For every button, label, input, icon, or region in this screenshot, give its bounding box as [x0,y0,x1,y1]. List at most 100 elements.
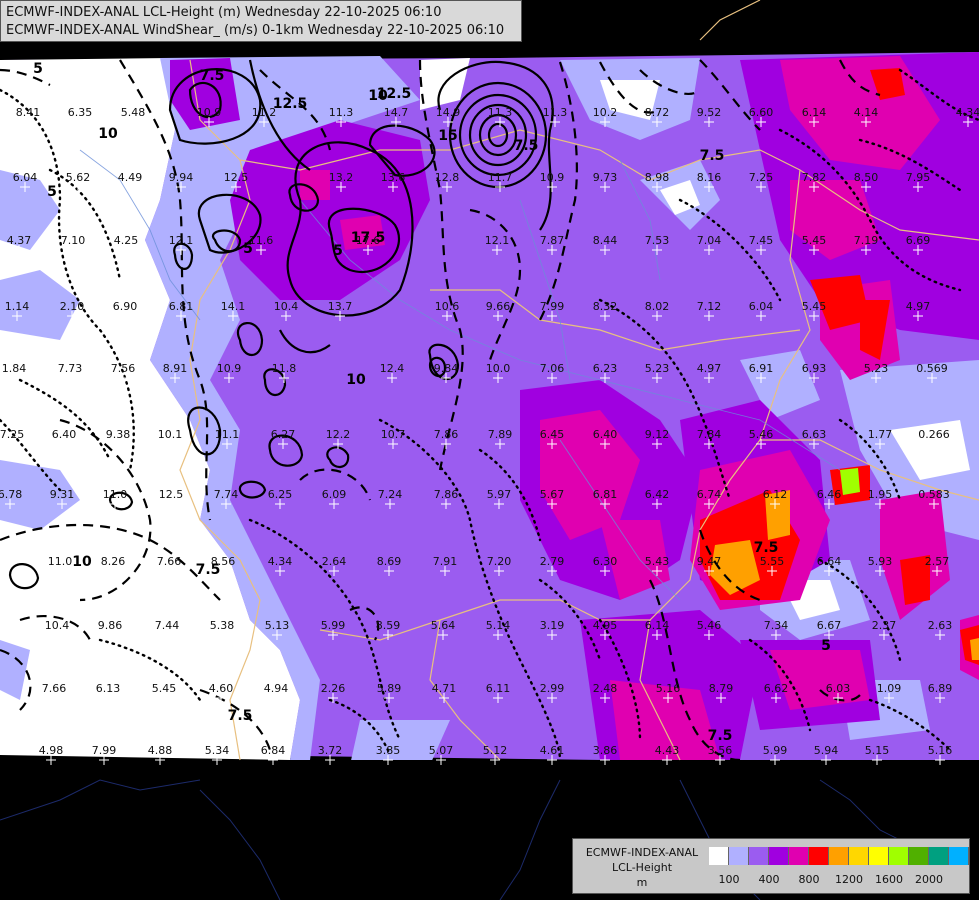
station-value: 8.50 [854,171,879,184]
station-value: 6.74 [697,488,722,501]
station-value: 10.0 [486,362,511,375]
station-value: 7.44 [155,619,180,632]
station-value: 5.45 [802,234,827,247]
station-value: 5.23 [645,362,670,375]
station-value: 6.04 [749,300,774,313]
station-value: 8.79 [709,682,734,695]
station-value: 5.94 [814,744,839,757]
station-value: 12.1 [485,234,510,247]
station-value: 1.84 [2,362,27,375]
station-value: 11.7 [488,171,513,184]
station-value: 9.12 [645,428,670,441]
lcl-height-field [0,52,979,760]
station-value: 2.10 [60,300,85,313]
legend-swatches [709,847,969,865]
station-value: 7.12 [697,300,722,313]
station-value: 6.62 [764,682,789,695]
station-value: 6.30 [593,555,618,568]
station-value: 0.569 [916,362,948,375]
station-value: 6.90 [113,300,138,313]
station-value: 5.46 [697,619,722,632]
station-value: 9.31 [50,488,75,501]
station-value: 2.79 [540,555,565,568]
station-value: 8.69 [377,555,402,568]
station-value: 5.46 [749,428,774,441]
station-value: 9.84 [434,362,459,375]
station-value: 6.04 [13,171,38,184]
legend-swatch [929,847,949,865]
station-value: 4.61 [540,744,565,757]
weather-map: 8.41 6.35 5.48 10.9 11.2 11.3 14.7 14.9 11.3 11.3… [0,0,979,900]
station-value: 8.26 [101,555,126,568]
station-value: 4.34 [956,106,979,119]
station-value: 0.266 [918,428,950,441]
station-value: 5.34 [205,744,230,757]
station-value: 11.0 [48,555,73,568]
station-value: 7.99 [92,744,117,757]
station-value: 6.40 [593,428,618,441]
station-value: 4.49 [118,171,143,184]
station-value: 10.9 [197,106,222,119]
station-value: 12.5 [159,488,184,501]
station-value: 2.63 [928,619,953,632]
station-value: 3.86 [593,744,618,757]
station-value: 14.9 [436,106,461,119]
contour-label: 7.5 [700,148,725,164]
station-value: 12.5 [224,171,249,184]
station-value: 11.3 [488,106,513,119]
station-value: 4.34 [268,555,293,568]
station-value: 6.23 [593,362,618,375]
station-value: 6.42 [645,488,670,501]
station-value: 7.73 [58,362,83,375]
station-value: 10.4 [274,300,299,313]
station-value: 13.2 [329,171,354,184]
station-value: 1.14 [5,300,30,313]
station-value: 4.14 [854,106,879,119]
station-value: 7.10 [61,234,86,247]
station-value: 4.71 [432,682,457,695]
contour-label: 12.5 [273,96,308,112]
legend-swatch [729,847,749,865]
station-value: 14.7 [384,106,409,119]
title-line-2: ECMWF-INDEX-ANAL WindShear_ (m/s) 0-1km … [6,23,505,38]
station-value: 10.1 [158,428,183,441]
station-value: 4.43 [655,744,680,757]
station-value: 9.94 [169,171,194,184]
station-value: 7.66 [157,555,182,568]
station-value: 6.45 [540,428,565,441]
station-value: 7.89 [488,428,513,441]
station-value: 6.78 [0,488,22,501]
legend-label-line-2: LCL-Height [611,861,673,874]
contour-label: 12.5 [377,86,412,102]
station-value: 12.2 [326,428,351,441]
legend-swatch [769,847,789,865]
station-value: 10.9 [217,362,242,375]
legend-label-line-3: m [636,876,648,889]
contour-label: 7.5 [514,138,539,154]
station-value: 5.97 [487,488,512,501]
station-value: 5.43 [645,555,670,568]
station-value: 2.57 [925,555,950,568]
station-value: 5.12 [483,744,508,757]
station-value: 6.13 [96,682,121,695]
station-value: 7.53 [645,234,670,247]
legend-swatch [749,847,769,865]
color-legend: ECMWF-INDEX-ANAL LCL-Height m 100 400 800 1… [572,838,970,894]
station-value: 2.26 [321,682,346,695]
station-value: 6.35 [68,106,93,119]
contour-label: 10 [72,554,92,570]
station-value: 4.97 [697,362,722,375]
station-value: 4.60 [209,682,234,695]
station-value: 6.93 [802,362,827,375]
station-value: 0.583 [918,488,950,501]
station-value: 6.67 [817,619,842,632]
station-value: 7.19 [854,234,879,247]
legend-swatch [789,847,809,865]
station-value: 5.14 [486,619,511,632]
station-value: 6.63 [802,428,827,441]
station-value: 8.41 [16,106,41,119]
station-value: 8.72 [645,106,670,119]
station-value: 6.91 [749,362,774,375]
station-value: 5.16 [656,682,681,695]
station-value: 11.8 [272,362,297,375]
